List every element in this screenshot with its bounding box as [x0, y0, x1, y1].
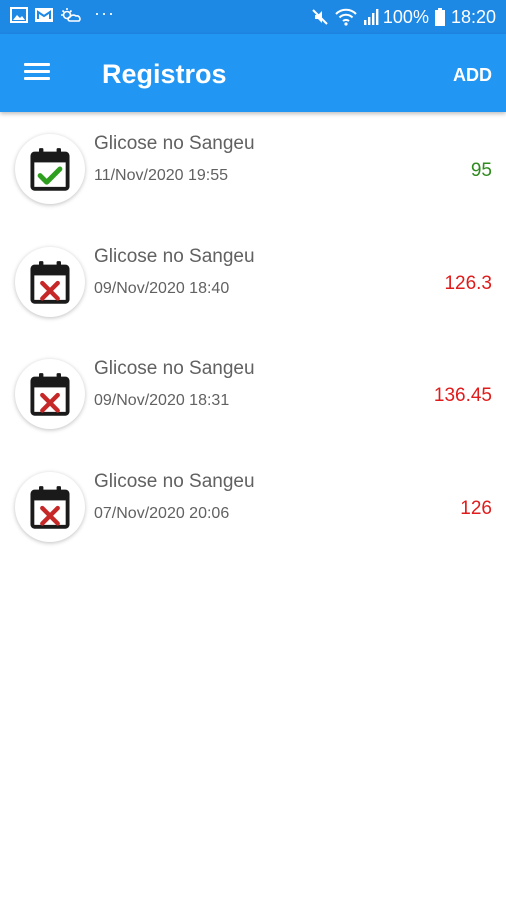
photo-message-icon [35, 8, 53, 22]
calendar-x-icon [30, 260, 70, 304]
record-title: Glicose no Sangeu [94, 470, 255, 492]
weather-icon [61, 8, 81, 22]
record-date: 11/Nov/2020 19:55 [94, 167, 229, 184]
gallery-icon [10, 7, 28, 23]
record-avatar [15, 134, 85, 204]
record-value: 126.3 [444, 272, 492, 294]
page-title: Registros [102, 59, 227, 89]
battery-icon [434, 8, 445, 26]
record-avatar [15, 246, 85, 317]
record-avatar [15, 471, 85, 542]
hamburger-menu-icon[interactable] [22, 59, 56, 87]
app-bar: Registros ADD [0, 34, 506, 112]
record-date: 09/Nov/2020 18:31 [94, 392, 230, 409]
record-date: 09/Nov/2020 18:40 [94, 279, 230, 297]
record-row[interactable]: Glicose no Sangeu 11/Nov/2020 19:55 95 [0, 112, 506, 225]
status-bar: ··· 100% 18:20 [0, 0, 506, 34]
record-value: 95 [470, 160, 492, 181]
status-bar-right: 100% 18:20 [305, 7, 496, 27]
wifi-icon [335, 8, 357, 26]
more-notifications-dots: ··· [94, 3, 115, 23]
record-title: Glicose no Sangeu [94, 358, 255, 379]
clock: 18:20 [450, 7, 496, 27]
mute-icon [312, 9, 328, 25]
status-bar-left: ··· [10, 3, 115, 23]
calendar-x-icon [30, 485, 70, 529]
record-title: Glicose no Sangeu [94, 133, 255, 154]
records-list: Glicose no Sangeu 11/Nov/2020 19:55 95 Glic… [0, 112, 506, 562]
record-avatar [15, 359, 85, 429]
calendar-check-icon [30, 148, 70, 191]
record-value: 136.45 [433, 385, 492, 406]
record-row[interactable]: Glicose no Sangeu 09/Nov/2020 18:31 136.45 [0, 337, 506, 450]
record-title: Glicose no Sangeu [94, 245, 255, 267]
record-date: 07/Nov/2020 20:06 [94, 504, 230, 522]
battery-percentage: 100% [382, 7, 429, 27]
add-button[interactable]: ADD [453, 64, 492, 86]
record-value: 126 [460, 497, 492, 519]
calendar-x-icon [30, 373, 70, 416]
signal-icon [363, 9, 379, 25]
record-row[interactable]: Glicose no Sangeu 07/Nov/2020 20:06 126 [0, 450, 506, 563]
record-row[interactable]: Glicose no Sangeu 09/Nov/2020 18:40 126.3 [0, 225, 506, 338]
